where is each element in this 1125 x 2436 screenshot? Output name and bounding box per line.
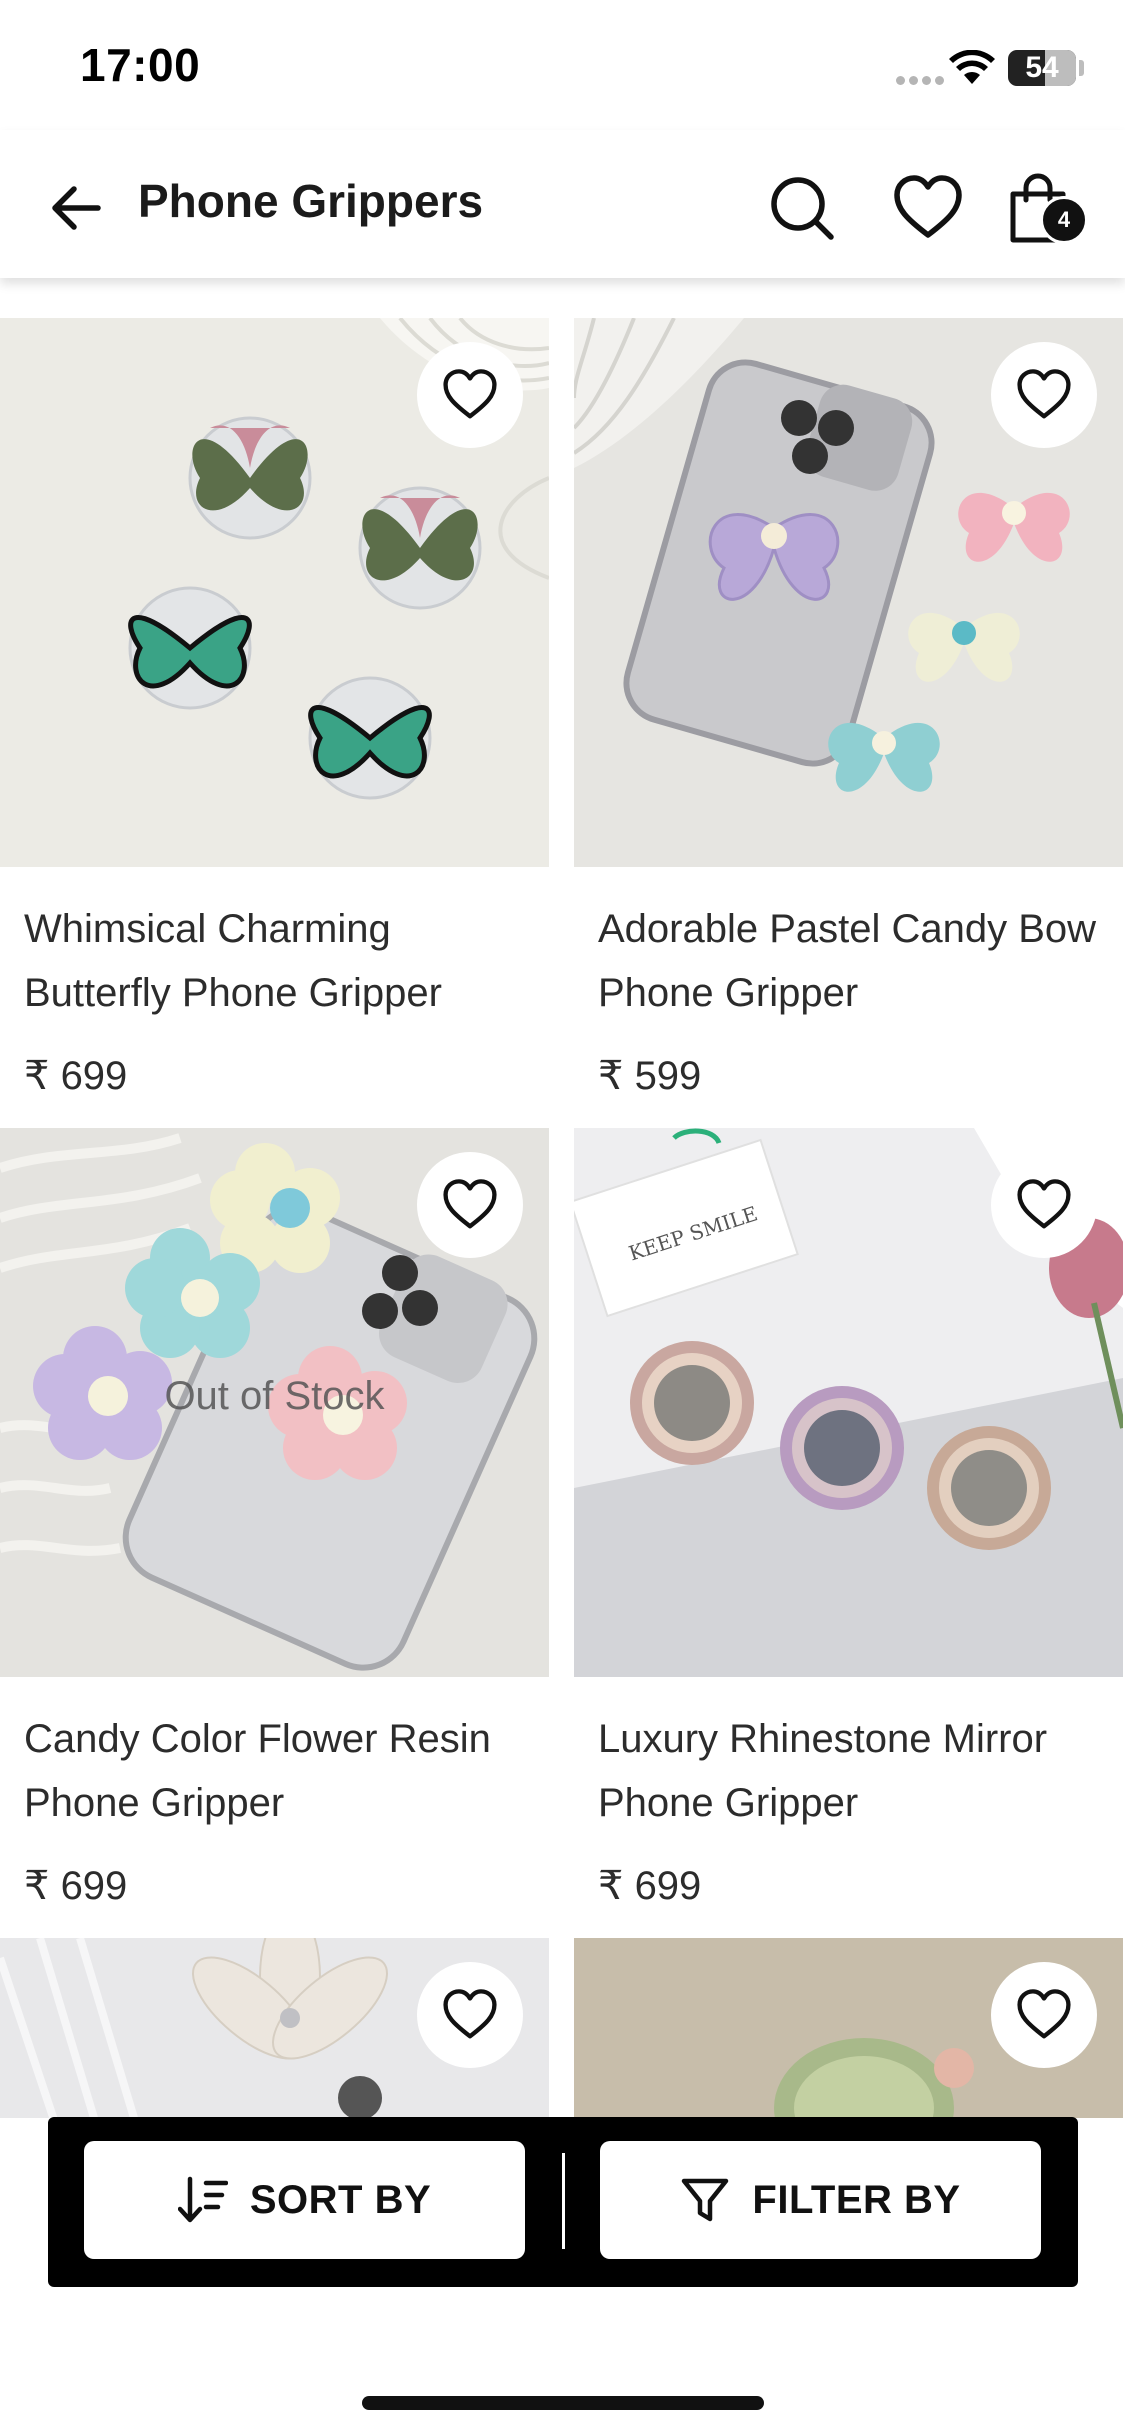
filter-button[interactable]: FILTER BY — [600, 2141, 1041, 2259]
product-image[interactable]: Out of Stock — [0, 1128, 549, 1677]
battery-icon: 54 — [1008, 50, 1076, 86]
search-icon — [771, 177, 834, 240]
wishlist-button[interactable] — [886, 166, 970, 250]
wifi-icon — [949, 50, 995, 84]
product-price: ₹ 599 — [598, 1054, 702, 1098]
sort-icon — [177, 2176, 228, 2223]
back-arrow-icon — [52, 186, 101, 230]
wishlist-toggle[interactable] — [991, 342, 1097, 448]
product-image[interactable] — [574, 1938, 1123, 2118]
divider — [562, 2153, 565, 2249]
product-image[interactable]: KEEP SMILE — [574, 1128, 1123, 1677]
wishlist-toggle[interactable] — [417, 1152, 523, 1258]
product-image[interactable] — [574, 318, 1123, 867]
app-header: Phone Grippers 4 — [0, 130, 1125, 278]
heart-icon — [894, 175, 962, 238]
product-image[interactable] — [0, 1938, 549, 2118]
back-button[interactable] — [36, 168, 116, 248]
filter-funnel-icon — [682, 2178, 729, 2222]
heart-outline-icon — [443, 369, 497, 419]
page-title: Phone Grippers — [138, 175, 484, 227]
status-time: 17:00 — [80, 39, 201, 91]
product-name[interactable]: Adorable Pastel Candy Bow Phone Gripper — [598, 897, 1099, 1025]
product-price: ₹ 699 — [598, 1864, 702, 1908]
heart-outline-icon — [1017, 369, 1071, 419]
product-card[interactable] — [574, 1938, 1123, 2118]
filter-label: FILTER BY — [752, 2177, 961, 2222]
product-card[interactable]: Whimsical Charming Butterfly Phone Gripp… — [0, 318, 549, 1099]
sort-button[interactable]: SORT BY — [84, 2141, 525, 2259]
product-name[interactable]: Whimsical Charming Butterfly Phone Gripp… — [24, 897, 525, 1025]
heart-outline-icon — [1017, 1989, 1071, 2039]
search-button[interactable] — [760, 166, 844, 250]
product-card[interactable] — [0, 1938, 549, 2118]
product-image[interactable] — [0, 318, 549, 867]
sort-filter-bar: SORT BY FILTER BY — [48, 2117, 1078, 2287]
out-of-stock-label: Out of Stock — [164, 1374, 385, 1418]
heart-outline-icon — [1017, 1179, 1071, 1229]
product-card[interactable]: KEEP SMILE Luxury Rhinestone Mirror Phon… — [574, 1128, 1123, 1909]
product-name[interactable]: Candy Color Flower Resin Phone Gripper — [24, 1707, 525, 1835]
status-bar: 17:00 54 — [0, 0, 1125, 128]
heart-outline-icon — [443, 1179, 497, 1229]
battery-level: 54 — [1025, 51, 1059, 84]
product-price: ₹ 699 — [24, 1054, 128, 1098]
cart-button[interactable]: 4 — [996, 166, 1088, 250]
product-price: ₹ 699 — [24, 1864, 128, 1908]
wishlist-toggle[interactable] — [991, 1152, 1097, 1258]
cart-count-badge: 4 — [1040, 196, 1088, 244]
heart-outline-icon — [443, 1989, 497, 2039]
wishlist-toggle[interactable] — [417, 342, 523, 448]
sort-label: SORT BY — [249, 2177, 432, 2222]
wishlist-toggle[interactable] — [991, 1962, 1097, 2068]
battery-cap — [1079, 60, 1084, 76]
wishlist-toggle[interactable] — [417, 1962, 523, 2068]
home-indicator[interactable] — [362, 2396, 764, 2410]
product-card[interactable]: Adorable Pastel Candy Bow Phone Gripper … — [574, 318, 1123, 1099]
product-name[interactable]: Luxury Rhinestone Mirror Phone Gripper — [598, 1707, 1099, 1835]
product-card[interactable]: Out of Stock Candy Color Flower Resin Ph… — [0, 1128, 549, 1909]
signal-icon — [896, 72, 948, 90]
